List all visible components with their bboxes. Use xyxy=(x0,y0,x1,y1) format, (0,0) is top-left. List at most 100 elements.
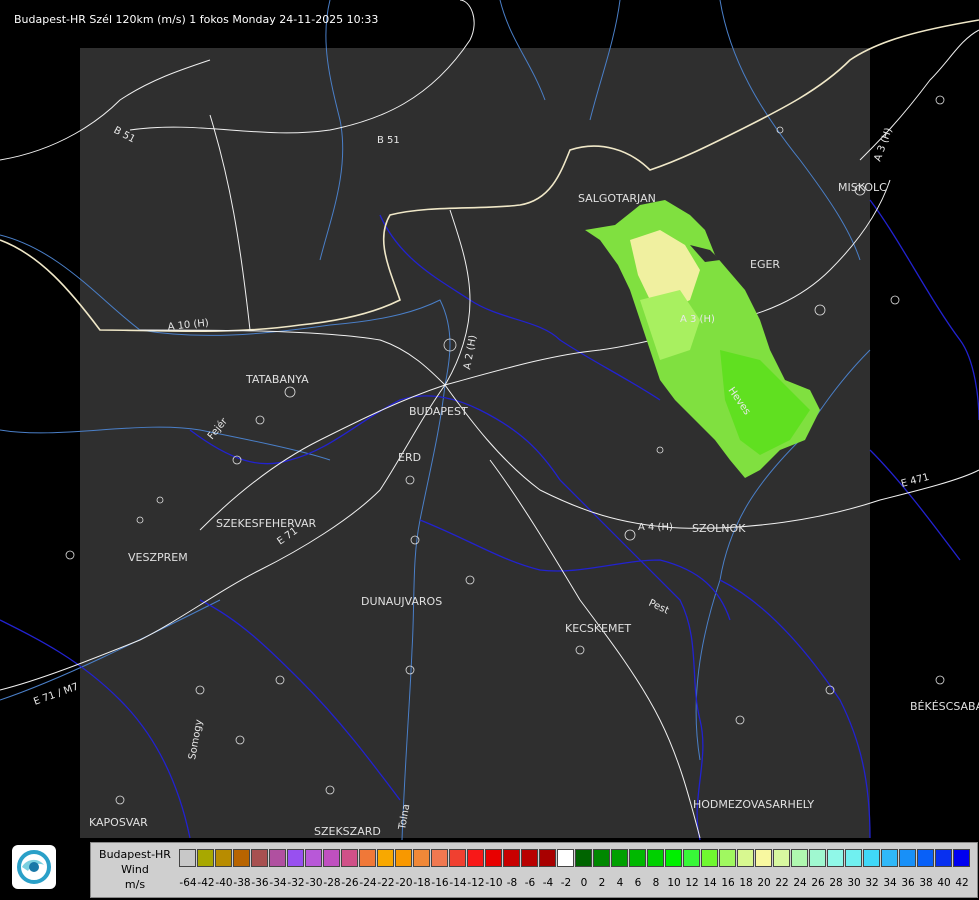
legend-swatch xyxy=(287,849,304,867)
legend-swatch xyxy=(809,849,826,867)
city-budapest: BUDAPEST xyxy=(409,405,468,418)
legend-swatch xyxy=(341,849,358,867)
city-bekescsaba: BÉKÉSCSABA xyxy=(910,700,979,713)
city-veszprem: VESZPREM xyxy=(128,551,188,564)
legend-tick: 18 xyxy=(739,877,753,889)
road-a3: A 3 (H) xyxy=(680,314,715,325)
legend-swatch xyxy=(521,849,538,867)
legend-swatches xyxy=(179,849,971,869)
legend-tick: 16 xyxy=(721,877,735,889)
legend-swatch xyxy=(899,849,916,867)
legend-tick: 30 xyxy=(847,877,861,889)
legend-tick: 42 xyxy=(955,877,969,889)
legend-tick: 26 xyxy=(811,877,825,889)
legend-swatch xyxy=(557,849,574,867)
color-legend: Budapest-HR Wind m/s -64 -42 -40 -38 -36 -34-… xyxy=(90,842,978,898)
road-a4: A 4 (H) xyxy=(638,522,673,533)
legend-swatch xyxy=(719,849,736,867)
legend-tick: -40 xyxy=(215,877,233,889)
road-b51-north: B 51 xyxy=(377,135,400,146)
legend-label-unit: m/s xyxy=(124,878,146,891)
legend-tick: -2 xyxy=(560,877,572,889)
road-a3-northeast: A 3 (H) xyxy=(872,126,894,163)
legend-tick: 20 xyxy=(757,877,771,889)
legend-swatch xyxy=(827,849,844,867)
city-szekesfehervar: SZEKESFEHERVAR xyxy=(216,517,317,530)
legend-tick: -24 xyxy=(359,877,377,889)
legend-label-product: Wind xyxy=(121,863,149,876)
city-eger: EGER xyxy=(750,258,780,271)
legend-swatch xyxy=(611,849,628,867)
legend-swatch xyxy=(305,849,322,867)
city-szolnok: SZOLNOK xyxy=(692,522,746,535)
radar-map: SALGOTARJAN MISKOLC EGER TATABANYA BUDAP… xyxy=(0,0,979,841)
legend-swatch xyxy=(647,849,664,867)
legend-swatch xyxy=(485,849,502,867)
city-kaposvar: KAPOSVAR xyxy=(89,816,148,829)
legend-tick: 6 xyxy=(634,877,642,889)
city-erd: ERD xyxy=(398,451,421,464)
legend-swatch xyxy=(701,849,718,867)
city-miskolc: MISKOLC xyxy=(838,181,887,194)
legend-label-radar: Budapest-HR xyxy=(99,848,171,861)
city-dunaujvaros: DUNAUJVAROS xyxy=(361,595,442,608)
legend-tick: -64 xyxy=(179,877,197,889)
legend-swatch xyxy=(791,849,808,867)
legend-swatch xyxy=(377,849,394,867)
legend-tick: 12 xyxy=(685,877,699,889)
legend-swatch xyxy=(593,849,610,867)
city-kecskemet: KECSKEMET xyxy=(565,622,631,635)
legend-tick: 28 xyxy=(829,877,843,889)
legend-tick: 22 xyxy=(775,877,789,889)
legend-swatch xyxy=(881,849,898,867)
legend-tick: -6 xyxy=(524,877,536,889)
legend-swatch xyxy=(503,849,520,867)
legend-swatch xyxy=(773,849,790,867)
legend-swatch xyxy=(251,849,268,867)
legend-swatch xyxy=(845,849,862,867)
legend-swatch xyxy=(413,849,430,867)
legend-swatch xyxy=(629,849,646,867)
legend-label: Budapest-HR Wind m/s xyxy=(91,847,179,892)
legend-tick: -18 xyxy=(413,877,431,889)
legend-tick: -20 xyxy=(395,877,413,889)
legend-tick: -8 xyxy=(506,877,518,889)
legend-swatch xyxy=(683,849,700,867)
legend-tick: 4 xyxy=(616,877,624,889)
legend-tick: 14 xyxy=(703,877,717,889)
legend-tick: -38 xyxy=(233,877,251,889)
city-salgotarjan: SALGOTARJAN xyxy=(578,192,656,205)
legend-swatch xyxy=(755,849,772,867)
legend-tick: -22 xyxy=(377,877,395,889)
legend-tick: -14 xyxy=(449,877,467,889)
legend-swatch xyxy=(917,849,934,867)
legend-swatch xyxy=(467,849,484,867)
map-title: Budapest-HR Szél 120km (m/s) 1 fokos Mon… xyxy=(14,13,379,26)
legend-swatch xyxy=(953,849,970,867)
city-hodmezovasarhely: HODMEZOVASARHELY xyxy=(693,798,814,811)
legend-tick: -30 xyxy=(305,877,323,889)
legend-ticks: -64 -42 -40 -38 -36 -34 -32 -30 -28 -26 -24 -22 -20-… xyxy=(179,877,979,891)
legend-tick: -34 xyxy=(269,877,287,889)
legend-tick: 10 xyxy=(667,877,681,889)
legend-tick: 38 xyxy=(919,877,933,889)
legend-swatch xyxy=(179,849,196,867)
legend-tick: -28 xyxy=(323,877,341,889)
legend-tick: -36 xyxy=(251,877,269,889)
legend-swatch xyxy=(449,849,466,867)
legend-tick: 32 xyxy=(865,877,879,889)
legend-tick: 36 xyxy=(901,877,915,889)
legend-tick: -42 xyxy=(197,877,215,889)
radar-logo-icon xyxy=(12,845,56,889)
legend-tick: 0 xyxy=(580,877,588,889)
city-szekszard: SZEKSZARD xyxy=(314,825,381,838)
legend-tick: -32 xyxy=(287,877,305,889)
legend-swatch xyxy=(575,849,592,867)
legend-tick: -16 xyxy=(431,877,449,889)
legend-swatch xyxy=(935,849,952,867)
legend-swatch xyxy=(323,849,340,867)
legend-tick: -10 xyxy=(485,877,503,889)
legend-tick: -12 xyxy=(467,877,485,889)
legend-swatch xyxy=(215,849,232,867)
legend-tick: 24 xyxy=(793,877,807,889)
